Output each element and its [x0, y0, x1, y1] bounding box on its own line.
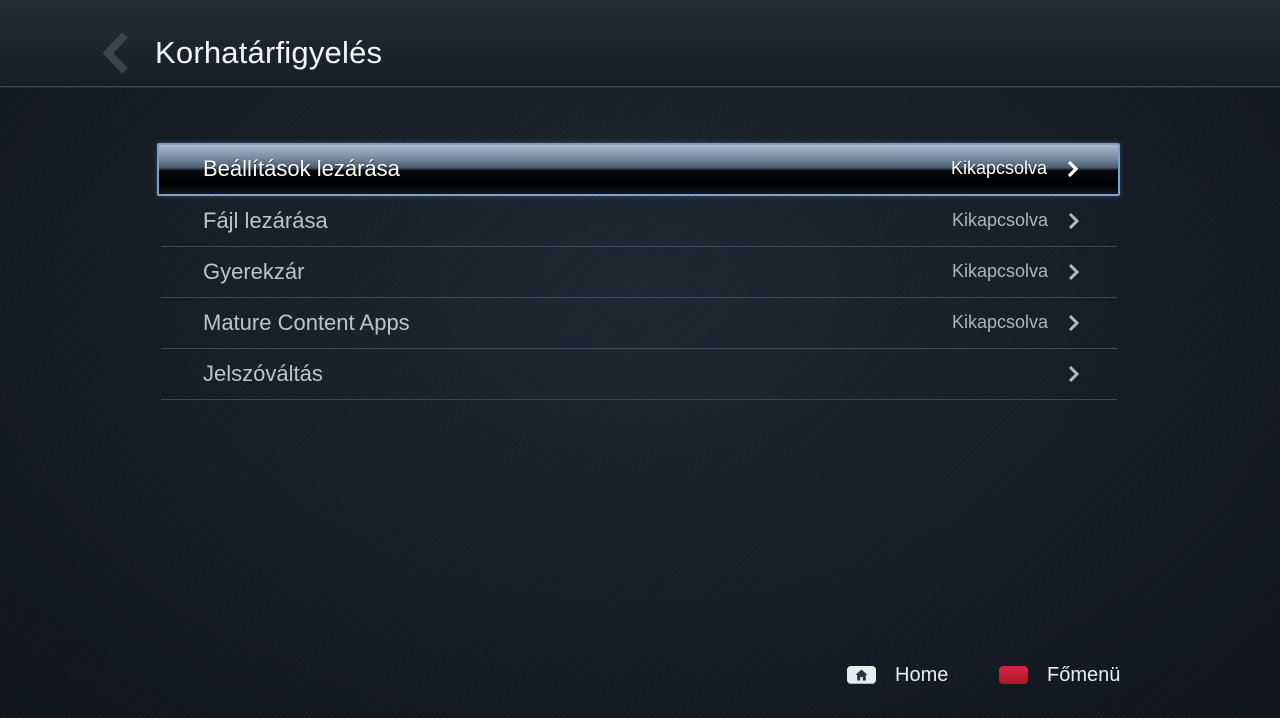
chevron-right-icon	[1068, 365, 1080, 383]
menu-item-status: Kikapcsolva	[951, 210, 1048, 230]
home-icon	[855, 669, 868, 681]
red-key-icon	[999, 666, 1028, 684]
menu-item-label: Gyerekzár	[203, 259, 305, 284]
chevron-right-icon	[1068, 212, 1080, 230]
home-hint-label: Home	[895, 664, 949, 686]
header-bar: Korhatárfigyelés	[0, 0, 1280, 87]
menu-item-label: Mature Content Apps	[203, 310, 410, 335]
menu-item-mature-content-apps[interactable]: Mature Content Apps Kikapcsolva	[161, 298, 1117, 349]
menu-item-file-lock[interactable]: Fájl lezárása Kikapcsolva	[161, 196, 1117, 247]
home-key	[847, 666, 876, 684]
menu-item-label: Fájl lezárása	[203, 208, 328, 233]
chevron-right-icon	[1067, 160, 1079, 178]
menu-item-status: Kikapcsolva	[951, 312, 1048, 332]
chevron-right-icon	[1068, 314, 1080, 332]
menu-item-child-lock[interactable]: Gyerekzár Kikapcsolva	[161, 247, 1117, 298]
main-menu-hint[interactable]: Főmenü	[999, 662, 1120, 688]
menu-item-status: Kikapcsolva	[951, 261, 1048, 281]
menu-item-label: Jelszóváltás	[203, 361, 323, 386]
page-title: Korhatárfigyelés	[155, 35, 383, 70]
menu-item-change-password[interactable]: Jelszóváltás	[161, 349, 1117, 400]
chevron-left-icon[interactable]	[98, 32, 138, 74]
menu-item-label: Beállítások lezárása	[203, 156, 400, 181]
menu-item-settings-lock[interactable]: Beállítások lezárása Kikapcsolva	[157, 143, 1120, 196]
main-menu-hint-label: Főmenü	[1047, 664, 1121, 686]
home-hint[interactable]: Home	[847, 662, 948, 688]
settings-menu: Beállítások lezárása Kikapcsolva Fájl le…	[157, 143, 1120, 400]
chevron-right-icon	[1068, 263, 1080, 281]
menu-item-status: Kikapcsolva	[950, 158, 1047, 178]
